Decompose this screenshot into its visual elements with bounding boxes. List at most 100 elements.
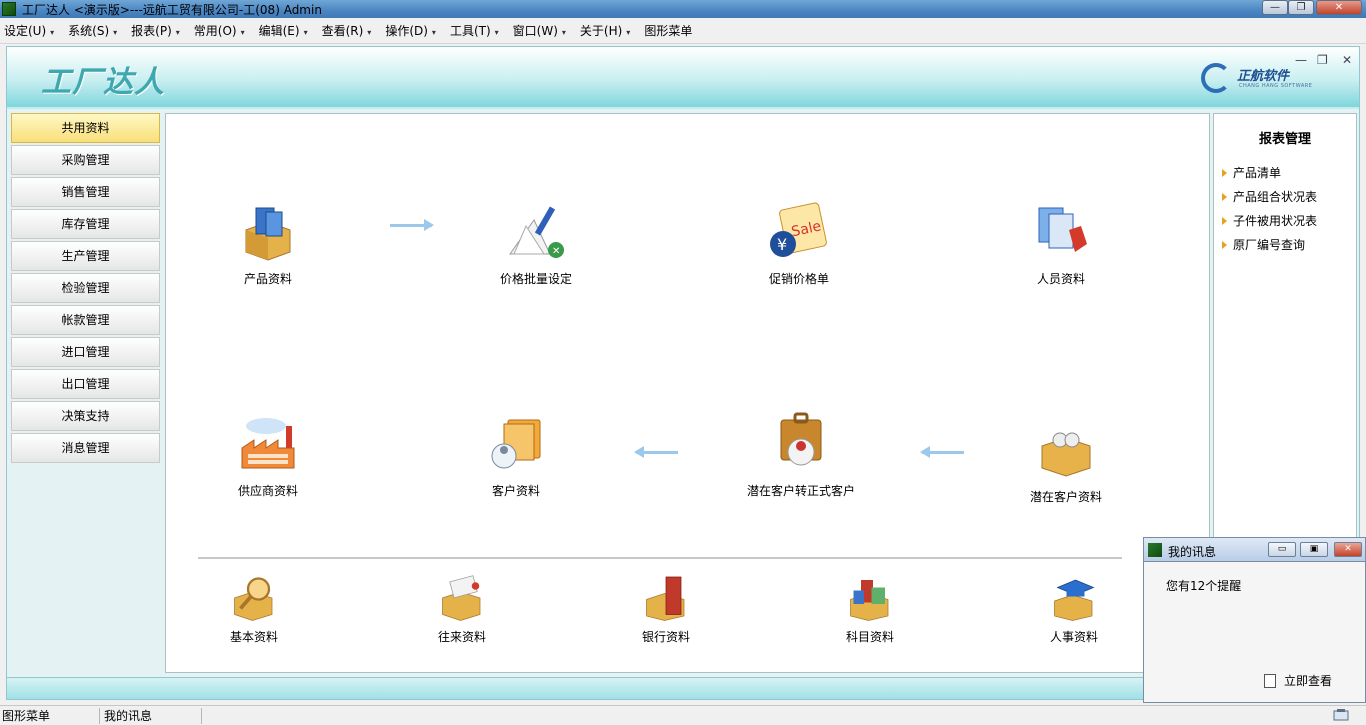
menu-view[interactable]: 查看(R) ▾	[322, 22, 372, 39]
inner-restore-button[interactable]: ❐	[1317, 53, 1328, 67]
tile-contact-data[interactable]: 往来资料	[430, 574, 494, 645]
menu-operate[interactable]: 操作(D) ▾	[385, 22, 436, 39]
section-divider	[198, 557, 1122, 559]
tile-label: 潜在客户转正式客户	[746, 484, 855, 498]
tile-promo-price[interactable]: Sale ¥ 促销价格单	[754, 200, 844, 287]
sidebar-item-messages[interactable]: 消息管理	[11, 433, 160, 463]
bullet-arrow-icon	[1222, 217, 1227, 225]
menu-bar: 设定(U) ▾ 系统(S) ▾ 报表(P) ▾ 常用(O) ▾ 编辑(E) ▾ 查看(R)…	[0, 18, 1366, 44]
brand-circle-icon	[1201, 63, 1231, 93]
menu-reports[interactable]: 报表(P) ▾	[131, 22, 180, 39]
close-button[interactable]: ✕	[1316, 0, 1362, 15]
sidebar-item-accounts[interactable]: 帐款管理	[11, 305, 160, 335]
mail-box-icon	[438, 574, 486, 622]
popup-close-button[interactable]: ✕	[1334, 542, 1362, 557]
convert-customer-icon	[769, 412, 833, 476]
menu-settings[interactable]: 设定(U) ▾	[4, 22, 54, 39]
svg-text:¥: ¥	[777, 235, 787, 254]
tile-customer[interactable]: 客户资料	[476, 412, 556, 499]
price-batch-icon: ✕	[504, 200, 568, 264]
document-search-icon	[1264, 673, 1276, 688]
sidebar-item-inventory[interactable]: 库存管理	[11, 209, 160, 239]
tile-price-batch[interactable]: ✕ 价格批量设定	[486, 200, 586, 287]
minimize-button[interactable]: —	[1262, 0, 1288, 15]
prospect-box-icon	[1034, 418, 1098, 482]
function-flow-panel: 产品资料 ✕ 价格批量设定 Sale ¥ 促销价格单 人员资料 供应商资料 客户…	[165, 113, 1210, 673]
window-title: 工厂达人 <演示版>---远航工贸有限公司-工(08) Admin	[22, 3, 322, 17]
sidebar-item-sales[interactable]: 销售管理	[11, 177, 160, 207]
report-item-oem-lookup[interactable]: 原厂编号查询	[1222, 233, 1356, 257]
factory-icon	[236, 412, 300, 476]
report-item-product-combo[interactable]: 产品组合状况表	[1222, 185, 1356, 209]
menu-graphic-menu[interactable]: 图形菜单	[644, 22, 692, 39]
report-panel: 报表管理 产品清单 产品组合状况表 子件被用状况表 原厂编号查询	[1213, 113, 1357, 583]
tile-convert-customer[interactable]: 潜在客户转正式客户	[736, 412, 866, 499]
report-item-product-list[interactable]: 产品清单	[1222, 161, 1356, 185]
status-bar: 图形菜单 我的讯息	[0, 705, 1366, 725]
tile-product-data[interactable]: 产品资料	[228, 200, 308, 287]
maximize-button[interactable]: ❐	[1288, 0, 1314, 15]
message-popup: 我的讯息 ▭ ▣ ✕ 您有12个提醒 立即查看	[1143, 537, 1366, 703]
tile-label: 人事资料	[1049, 630, 1098, 644]
sidebar-item-purchasing[interactable]: 采购管理	[11, 145, 160, 175]
report-panel-title: 报表管理	[1258, 132, 1311, 147]
app-icon	[2, 2, 16, 16]
sale-tag-icon: Sale ¥	[767, 200, 831, 264]
graduation-cap-icon	[1050, 574, 1098, 622]
menu-system[interactable]: 系统(S) ▾	[68, 22, 117, 39]
sidebar-item-export[interactable]: 出口管理	[11, 369, 160, 399]
tile-label: 科目资料	[845, 630, 894, 644]
app-icon	[1148, 543, 1162, 557]
tile-label: 供应商资料	[237, 484, 298, 498]
tile-supplier[interactable]: 供应商资料	[228, 412, 308, 499]
tile-personnel[interactable]: 人员资料	[1021, 200, 1101, 287]
account-books-icon	[846, 574, 894, 622]
tile-label: 潜在客户资料	[1029, 490, 1102, 504]
menu-edit[interactable]: 编辑(E) ▾	[259, 22, 308, 39]
bank-icon	[642, 574, 690, 622]
inner-minimize-button[interactable]: —	[1295, 53, 1307, 67]
sidebar-item-shared-data[interactable]: 共用资料	[11, 113, 160, 143]
sidebar-item-import[interactable]: 进口管理	[11, 337, 160, 367]
tray-icon[interactable]	[1330, 708, 1360, 724]
arrow-right-icon	[390, 219, 434, 231]
tile-label: 客户资料	[491, 484, 540, 498]
title-bar: 工厂达人 <演示版>---远航工贸有限公司-工(08) Admin — ❐ ✕	[0, 0, 1366, 18]
popup-maximize-button[interactable]: ▣	[1300, 542, 1328, 557]
sidebar-item-production[interactable]: 生产管理	[11, 241, 160, 271]
brand-name: 正航软件	[1237, 69, 1290, 84]
customer-folder-icon	[484, 412, 548, 476]
banner: 工厂达人 正航软件 CHANG HANG SOFTWARE — ❐ ✕	[7, 47, 1359, 109]
tile-bank-data[interactable]: 银行资料	[634, 574, 698, 645]
tile-prospect[interactable]: 潜在客户资料	[1021, 418, 1111, 505]
status-graphic-menu[interactable]: 图形菜单	[0, 708, 100, 724]
arrow-left-icon	[920, 446, 964, 458]
personnel-icon	[1029, 200, 1093, 264]
tile-hr-data[interactable]: 人事资料	[1042, 574, 1106, 645]
sidebar-item-inspection[interactable]: 检验管理	[11, 273, 160, 303]
box-books-icon	[236, 200, 300, 264]
popup-minimize-button[interactable]: ▭	[1268, 542, 1296, 557]
sidebar: 共用资料 采购管理 销售管理 库存管理 生产管理 检验管理 帐款管理 进口管理 …	[11, 113, 160, 465]
bullet-arrow-icon	[1222, 169, 1227, 177]
bullet-arrow-icon	[1222, 193, 1227, 201]
menu-about[interactable]: 关于(H) ▾	[580, 22, 630, 39]
tile-label: 促销价格单	[768, 272, 829, 286]
sidebar-item-decision[interactable]: 决策支持	[11, 401, 160, 431]
inner-close-button[interactable]: ✕	[1342, 53, 1352, 67]
menu-common[interactable]: 常用(O) ▾	[194, 22, 245, 39]
tile-label: 基本资料	[229, 630, 278, 644]
status-my-messages[interactable]: 我的讯息	[102, 708, 202, 724]
report-item-component-usage[interactable]: 子件被用状况表	[1222, 209, 1356, 233]
arrow-left-icon	[634, 446, 678, 458]
brand-subtitle: CHANG HANG SOFTWARE	[1239, 83, 1313, 89]
bullet-arrow-icon	[1222, 241, 1227, 249]
menu-tools[interactable]: 工具(T) ▾	[450, 22, 499, 39]
message-text: 您有12个提醒	[1166, 579, 1242, 593]
tile-basic-data[interactable]: 基本资料	[222, 574, 286, 645]
view-now-link[interactable]: 立即查看	[1264, 672, 1332, 689]
app-logo: 工厂达人	[41, 65, 165, 100]
tile-account-subject[interactable]: 科目资料	[838, 574, 902, 645]
tile-label: 价格批量设定	[499, 272, 572, 286]
menu-window[interactable]: 窗口(W) ▾	[513, 22, 566, 39]
